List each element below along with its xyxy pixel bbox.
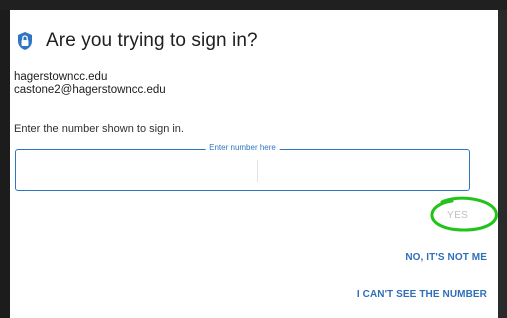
yes-button[interactable]: YES (447, 210, 468, 221)
number-field[interactable]: Enter number here (15, 143, 470, 191)
account-email: castone2@hagerstowncc.edu (14, 84, 166, 96)
number-field-label: Enter number here (205, 143, 280, 152)
cant-see-number-button[interactable]: I CAN'T SEE THE NUMBER (357, 289, 487, 300)
dialog-title: Are you trying to sign in? (46, 30, 258, 51)
dialog-header: Are you trying to sign in? (16, 30, 258, 52)
not-me-button[interactable]: NO, IT'S NOT ME (405, 252, 487, 263)
account-domain: hagerstowncc.edu (14, 71, 108, 83)
instruction-text: Enter the number shown to sign in. (14, 123, 184, 135)
shield-lock-icon (18, 32, 32, 50)
text-cursor (257, 160, 258, 182)
account-info: hagerstowncc.edu castone2@hagerstowncc.e… (14, 71, 166, 97)
window-top-edge (0, 0, 507, 10)
window-right-edge (498, 10, 507, 318)
number-input[interactable] (20, 158, 465, 186)
